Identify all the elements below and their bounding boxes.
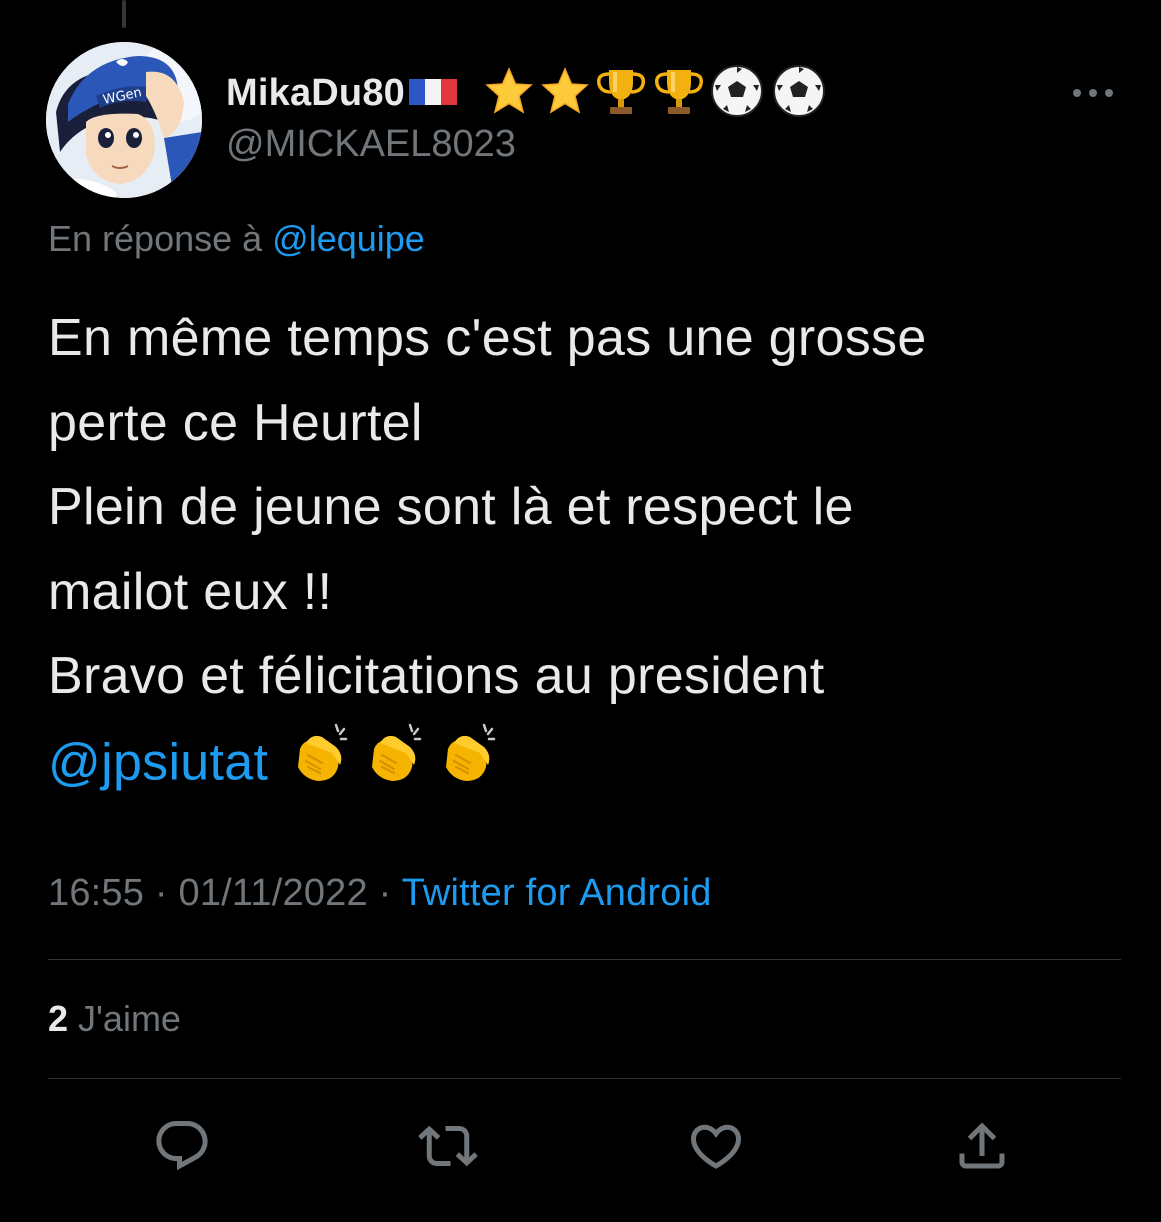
likes-stat[interactable]: 2 J'aime	[48, 998, 181, 1040]
display-name[interactable]: MikaDu80	[226, 72, 405, 115]
star-icon	[539, 65, 591, 122]
reply-mention-link[interactable]: @lequipe	[272, 218, 425, 259]
share-icon	[959, 1122, 1005, 1169]
reply-prefix: En réponse à	[48, 218, 263, 259]
likes-label: J'aime	[78, 998, 181, 1039]
more-dots-icon	[1073, 89, 1113, 97]
share-button[interactable]	[948, 1112, 1016, 1180]
trophy-icon	[651, 64, 707, 123]
clapping-hands-icon	[434, 719, 502, 813]
retweet-button[interactable]	[414, 1112, 482, 1180]
clapping-hands-icon	[360, 719, 428, 813]
tweet-date[interactable]: 01/11/2022	[178, 872, 367, 914]
meta-separator: ·	[154, 872, 168, 914]
clapping-hands-icon	[286, 719, 354, 813]
reply-context: En réponse à @lequipe	[48, 218, 425, 260]
divider	[48, 959, 1121, 960]
tweet-line: Plein de jeune sont là et respect le	[48, 478, 854, 536]
tweet-mention-link[interactable]: @jpsiutat	[48, 733, 268, 791]
trophy-icon	[593, 64, 649, 123]
tweet-meta: 16:55 · 01/11/2022 · Twitter for Android	[48, 872, 712, 915]
more-options-button[interactable]	[1068, 78, 1118, 108]
retweet-icon	[418, 1125, 478, 1167]
soccer-ball-icon	[771, 63, 827, 124]
reply-button[interactable]	[148, 1112, 216, 1180]
divider	[48, 1078, 1121, 1079]
thread-connector-line	[122, 0, 126, 28]
tweet-line: Bravo et félicitations au president	[48, 647, 825, 705]
tweet-line: perte ce Heurtel	[48, 393, 423, 452]
tweet-text: En même temps c'est pas une grosse perte…	[48, 296, 1128, 803]
star-icon	[483, 65, 535, 122]
tweet-line: mailot eux !!	[48, 562, 333, 621]
avatar-image: WGen	[46, 42, 202, 198]
display-name-row[interactable]: MikaDu80	[226, 64, 827, 123]
like-icon	[690, 1124, 742, 1169]
user-handle[interactable]: @MICKAEL8023	[226, 123, 516, 166]
tweet-line-mention: @jpsiutat	[48, 719, 1128, 804]
meta-separator: ·	[378, 872, 392, 914]
avatar[interactable]: WGen	[46, 42, 202, 198]
flag-france-icon	[409, 75, 458, 112]
tweet-source-link[interactable]: Twitter for Android	[402, 872, 712, 914]
soccer-ball-icon	[709, 63, 765, 124]
likes-count: 2	[48, 998, 69, 1039]
tweet-line: En même temps c'est pas une grosse	[48, 309, 927, 367]
reply-icon	[156, 1121, 208, 1171]
tweet-time[interactable]: 16:55	[48, 872, 144, 914]
like-button[interactable]	[682, 1112, 750, 1180]
